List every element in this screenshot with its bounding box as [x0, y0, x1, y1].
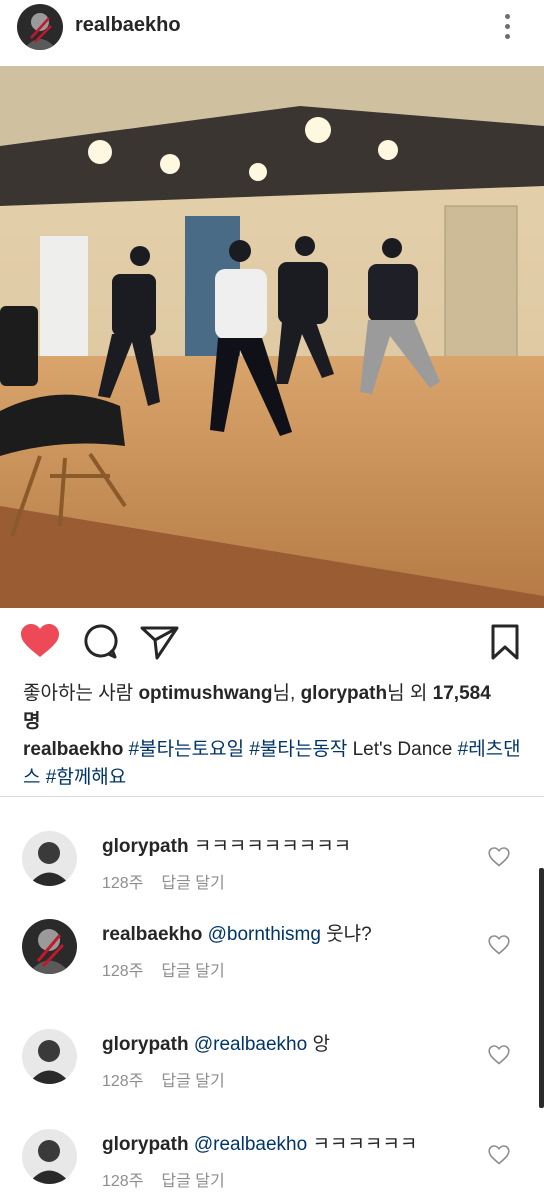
- liker-username[interactable]: glorypath: [301, 683, 388, 704]
- comment-username[interactable]: glorypath: [102, 836, 189, 857]
- post-media[interactable]: [0, 66, 544, 608]
- action-bar: [0, 620, 544, 670]
- comment-time: 128주: [102, 1173, 144, 1190]
- comment-time: 128주: [102, 1073, 144, 1090]
- comment-item: glorypath @realbaekho ㅋㅋㅋㅋㅋㅋ 128주 답글 달기: [0, 1129, 544, 1200]
- heart-outline-icon[interactable]: [488, 935, 510, 955]
- reply-button[interactable]: 답글 달기: [161, 1073, 224, 1090]
- bookmark-icon[interactable]: [490, 624, 520, 665]
- comment-item: glorypath ㅋㅋㅋㅋㅋㅋㅋㅋㅋ 128주 답글 달기: [0, 831, 544, 921]
- heart-filled-icon[interactable]: [20, 624, 60, 663]
- comment-time: 128주: [102, 963, 144, 980]
- send-icon[interactable]: [140, 624, 180, 665]
- divider: [0, 796, 544, 797]
- liker-username[interactable]: optimushwang: [138, 683, 272, 704]
- comment-icon[interactable]: [82, 624, 118, 665]
- caption-text: Let's Dance: [352, 739, 453, 760]
- commenter-avatar[interactable]: [22, 831, 77, 886]
- likes-prefix: 좋아하는 사람: [23, 683, 139, 704]
- hashtag[interactable]: #불타는동작: [249, 739, 347, 760]
- likes-separator: 님,: [272, 683, 301, 704]
- comment-text: 앙: [312, 1034, 330, 1055]
- more-options-icon[interactable]: [498, 13, 518, 41]
- reply-button[interactable]: 답글 달기: [161, 1173, 224, 1190]
- comment-item: glorypath @realbaekho 앙 128주 답글 달기: [0, 1029, 544, 1119]
- post-header: realbaekho: [0, 0, 544, 56]
- dance-practice-image: [0, 66, 544, 608]
- user-avatar-icon: [17, 4, 63, 50]
- comment-text: ㅋㅋㅋㅋㅋㅋㅋㅋㅋ: [193, 836, 352, 857]
- hashtag[interactable]: #불타는토요일: [129, 739, 244, 760]
- commenter-avatar[interactable]: [22, 1129, 77, 1184]
- reply-button[interactable]: 답글 달기: [161, 963, 224, 980]
- hashtag[interactable]: #함께해요: [46, 767, 127, 788]
- heart-outline-icon[interactable]: [488, 1145, 510, 1165]
- comment-mention[interactable]: @realbaekho: [194, 1034, 307, 1055]
- likes-separator: 님 외: [387, 683, 433, 704]
- post-username[interactable]: realbaekho: [75, 14, 181, 37]
- post-caption: realbaekho #불타는토요일 #불타는동작 Let's Dance #레…: [23, 736, 528, 792]
- reply-button[interactable]: 답글 달기: [161, 875, 224, 892]
- scrollbar[interactable]: [539, 868, 544, 1108]
- comment-username[interactable]: glorypath: [102, 1034, 189, 1055]
- profile-avatar[interactable]: [17, 4, 63, 50]
- caption-username[interactable]: realbaekho: [23, 739, 123, 760]
- like-count[interactable]: 17,584: [433, 683, 491, 704]
- comment-username[interactable]: glorypath: [102, 1134, 189, 1155]
- commenter-avatar[interactable]: [22, 919, 77, 974]
- heart-outline-icon[interactable]: [488, 847, 510, 867]
- comment-time: 128주: [102, 875, 144, 892]
- comment-username[interactable]: realbaekho: [102, 924, 202, 945]
- likes-suffix: 명: [23, 711, 41, 732]
- like-summary[interactable]: 좋아하는 사람 optimushwang님, glorypath님 외 17,5…: [23, 680, 528, 736]
- heart-outline-icon[interactable]: [488, 1045, 510, 1065]
- commenter-avatar[interactable]: [22, 1029, 77, 1084]
- comment-mention[interactable]: @realbaekho: [194, 1134, 307, 1155]
- comment-mention[interactable]: @bornthismg: [208, 924, 321, 945]
- comment-item: realbaekho @bornthismg 웃냐? 128주 답글 달기: [0, 919, 544, 1009]
- comment-text: ㅋㅋㅋㅋㅋㅋ: [312, 1134, 418, 1155]
- comment-text: 웃냐?: [326, 924, 372, 945]
